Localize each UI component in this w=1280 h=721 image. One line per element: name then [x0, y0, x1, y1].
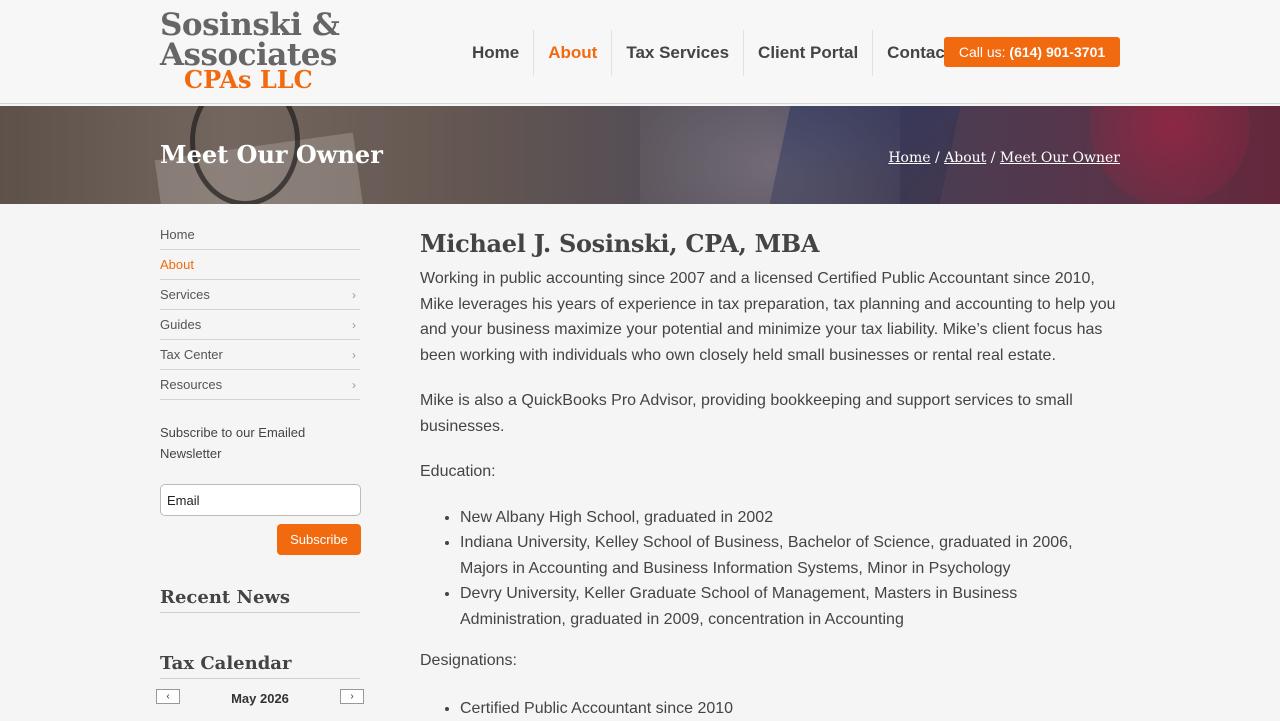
sidebar-item-label: Services — [160, 287, 210, 302]
nav-item-client-portal[interactable]: Client Portal — [744, 30, 873, 76]
education-label: Education: — [420, 459, 1120, 485]
breadcrumb-about[interactable]: About — [944, 150, 986, 166]
page-banner: Meet Our Owner Home / About / Meet Our O… — [0, 106, 1280, 204]
nav-item-home[interactable]: Home — [458, 30, 534, 76]
sidebar-item-tax-center[interactable]: Tax Center › — [160, 340, 360, 370]
sidebar-item-label: Tax Center — [160, 347, 223, 362]
chevron-right-icon: › — [352, 370, 356, 400]
main-nav: Home About Tax Services Client Portal Co… — [458, 30, 964, 76]
sidebar-item-label: Resources — [160, 377, 222, 392]
main-content: Michael J. Sosinski, CPA, MBA Working in… — [420, 228, 1120, 721]
site-header: Sosinski & Associates CPAs LLC Home Abou… — [0, 0, 1280, 104]
calendar-nav: ‹ May 2026 › — [160, 687, 360, 707]
tax-calendar-heading: Tax Calendar — [160, 653, 360, 679]
sidebar-item-home[interactable]: Home — [160, 220, 360, 250]
logo-line-1: Sosinski & — [160, 10, 339, 40]
nav-item-tax-services[interactable]: Tax Services — [612, 30, 744, 76]
sidebar-menu: Home About Services › Guides › Tax Cente… — [160, 220, 360, 400]
breadcrumb-separator: / — [935, 150, 940, 166]
sidebar-item-label: Guides — [160, 317, 201, 332]
chevron-right-icon: › — [352, 280, 356, 310]
chevron-right-icon: › — [352, 310, 356, 340]
list-item: New Albany High School, graduated in 200… — [460, 505, 1120, 531]
list-item: Devry University, Keller Graduate School… — [460, 581, 1120, 632]
page-title: Meet Our Owner — [160, 140, 383, 169]
calendar-next-button[interactable]: › — [340, 689, 364, 704]
sidebar-item-label: About — [160, 257, 194, 272]
breadcrumb-separator: / — [991, 150, 996, 166]
call-us-button[interactable]: Call us: (614) 901-3701 — [944, 37, 1120, 67]
education-list: New Albany High School, graduated in 200… — [420, 505, 1120, 633]
site-logo[interactable]: Sosinski & Associates CPAs LLC — [160, 10, 339, 92]
list-item: Certified Public Accountant since 2010 — [460, 696, 1120, 721]
sidebar-item-resources[interactable]: Resources › — [160, 370, 360, 400]
calendar-month: May 2026 — [160, 691, 360, 706]
recent-news-heading: Recent News — [160, 587, 360, 613]
sidebar-item-about[interactable]: About — [160, 250, 360, 280]
breadcrumb-home[interactable]: Home — [888, 150, 930, 166]
owner-heading: Michael J. Sosinski, CPA, MBA — [420, 228, 1120, 260]
call-us-prefix: Call us: — [959, 44, 1006, 60]
bio-paragraph-1: Working in public accounting since 2007 … — [420, 266, 1120, 368]
newsletter-text: Subscribe to our Emailed Newsletter — [160, 422, 340, 464]
call-us-number: (614) 901-3701 — [1009, 44, 1105, 60]
sidebar-item-label: Home — [160, 227, 195, 242]
sidebar-item-services[interactable]: Services › — [160, 280, 360, 310]
sidebar: Home About Services › Guides › Tax Cente… — [160, 220, 360, 707]
chevron-right-icon: › — [352, 340, 356, 370]
bio-paragraph-2: Mike is also a QuickBooks Pro Advisor, p… — [420, 388, 1120, 439]
breadcrumb: Home / About / Meet Our Owner — [888, 150, 1120, 166]
sidebar-item-guides[interactable]: Guides › — [160, 310, 360, 340]
breadcrumb-current[interactable]: Meet Our Owner — [1000, 150, 1120, 166]
subscribe-button[interactable]: Subscribe — [277, 524, 361, 555]
email-field[interactable] — [160, 484, 361, 516]
designations-label: Designations: — [420, 648, 1120, 674]
nav-item-about[interactable]: About — [534, 30, 612, 76]
designations-list: Certified Public Accountant since 2010 — [420, 696, 1120, 721]
list-item: Indiana University, Kelley School of Bus… — [460, 530, 1120, 581]
